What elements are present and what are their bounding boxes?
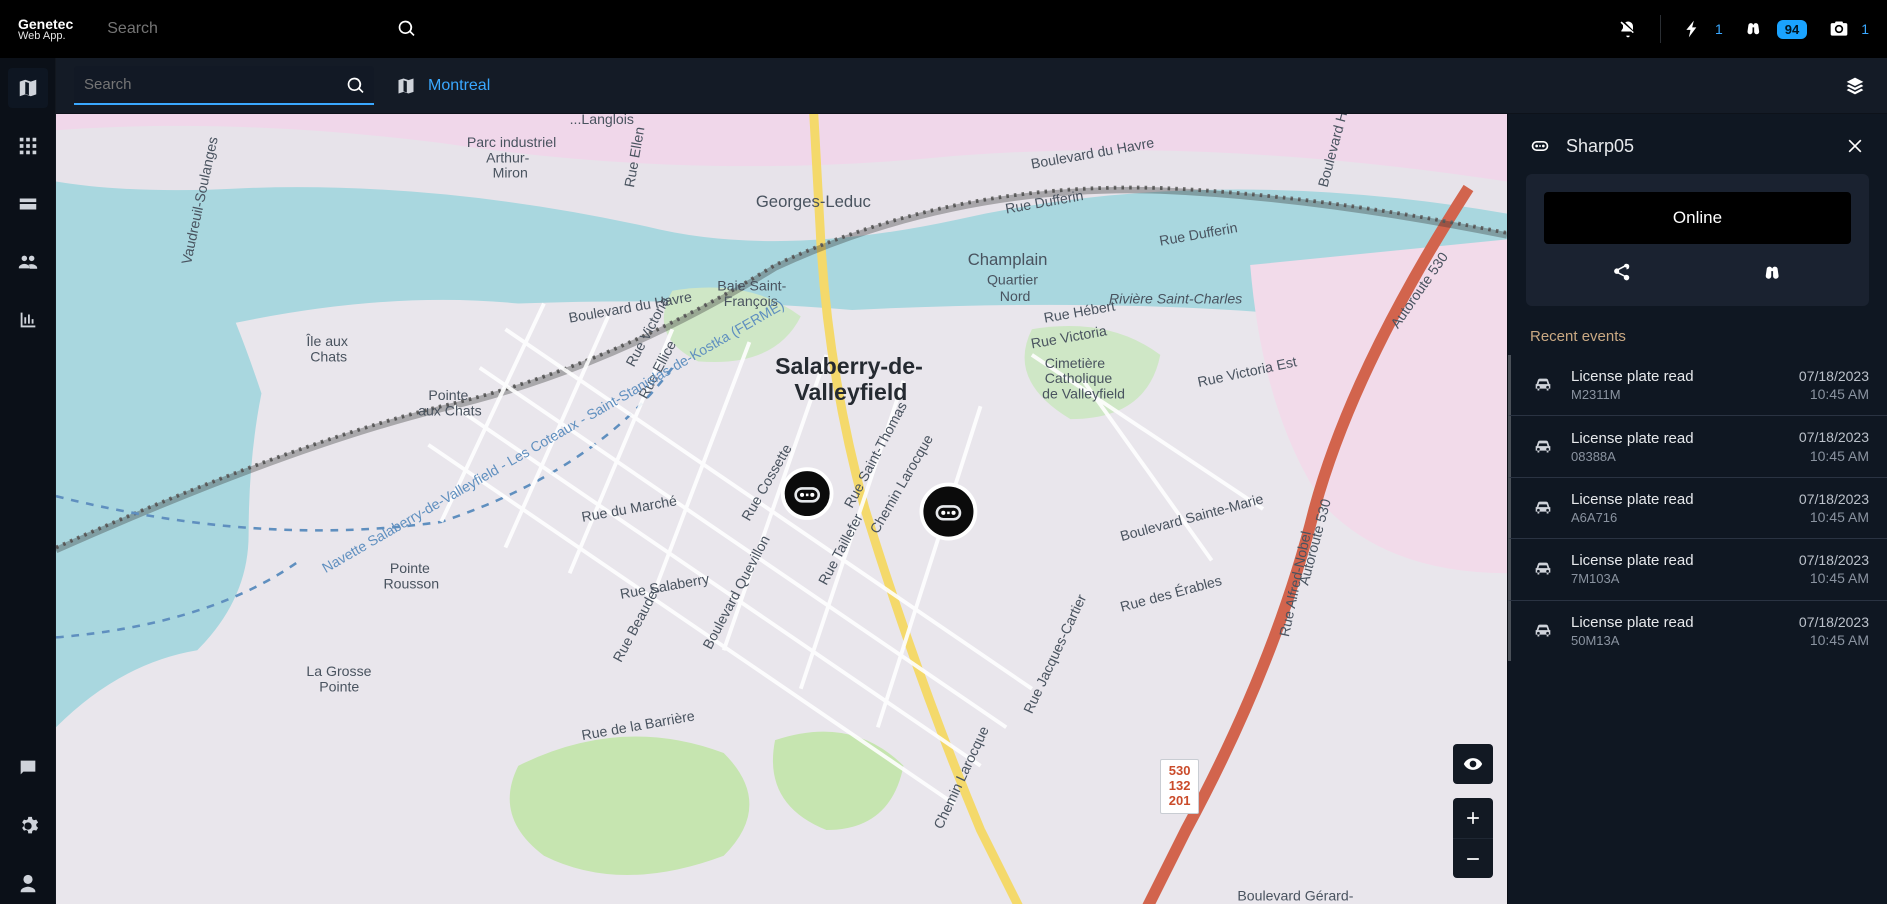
- svg-text:La Grosse: La Grosse: [306, 663, 371, 679]
- watch-button[interactable]: [1759, 258, 1789, 288]
- map-svg: Salaberry-de- Valleyfield Georges-Leduc …: [56, 114, 1507, 904]
- svg-text:Georges-Leduc: Georges-Leduc: [756, 192, 871, 211]
- event-row[interactable]: License plate read M2311M 07/18/202310:4…: [1508, 355, 1887, 415]
- alarm-count: 1: [1861, 21, 1869, 37]
- zoom-in-button[interactable]: [1453, 798, 1493, 838]
- bolt-count: 1: [1715, 21, 1723, 37]
- camera-metric[interactable]: 94: [1741, 15, 1807, 43]
- svg-text:Catholique: Catholique: [1045, 370, 1113, 386]
- alarm-metric[interactable]: 1: [1825, 15, 1869, 43]
- map-canvas[interactable]: Salaberry-de- Valleyfield Georges-Leduc …: [56, 114, 1507, 904]
- svg-text:Salaberry-de-: Salaberry-de-: [775, 353, 923, 379]
- svg-text:Baie Saint-: Baie Saint-: [717, 278, 786, 294]
- global-search-input[interactable]: [101, 10, 421, 48]
- svg-text:Rivière Saint-Charles: Rivière Saint-Charles: [1109, 291, 1242, 307]
- layers-button[interactable]: [1841, 72, 1869, 100]
- svg-text:Valleyfield: Valleyfield: [794, 379, 907, 405]
- svg-text:...Langlois: ...Langlois: [570, 114, 634, 127]
- map-icon: [392, 72, 420, 100]
- rail-settings[interactable]: [8, 806, 48, 846]
- svg-text:de Valleyfield: de Valleyfield: [1042, 386, 1125, 402]
- svg-text:Quartier: Quartier: [987, 271, 1038, 287]
- rail-people[interactable]: [8, 242, 48, 282]
- map-marker-2[interactable]: [921, 485, 975, 539]
- event-row[interactable]: License plate read 08388A 07/18/202310:4…: [1508, 415, 1887, 476]
- top-header: Genetec Web App. 1 94 1: [0, 0, 1887, 58]
- svg-text:Arthur-: Arthur-: [486, 149, 529, 165]
- rail-dashboard[interactable]: [8, 126, 48, 166]
- svg-text:Île aux: Île aux: [305, 333, 348, 349]
- map-search-button[interactable]: [342, 72, 370, 100]
- svg-text:Rousson: Rousson: [383, 576, 439, 592]
- rail-account[interactable]: [8, 864, 48, 904]
- svg-text:aux Chats: aux Chats: [418, 402, 482, 418]
- route-shields: 530 132 201: [1160, 759, 1200, 814]
- event-row[interactable]: License plate read A6A716 07/18/202310:4…: [1508, 477, 1887, 538]
- map-search[interactable]: [74, 66, 374, 105]
- map-controls: [1453, 744, 1493, 878]
- status-card: Online: [1526, 174, 1869, 306]
- event-title: License plate read: [1571, 368, 1785, 385]
- breadcrumb[interactable]: Montreal: [392, 72, 490, 100]
- bolt-icon: [1679, 15, 1707, 43]
- global-search-button[interactable]: [393, 15, 421, 43]
- bolt-metric[interactable]: 1: [1679, 15, 1723, 43]
- events-list: License plate read M2311M 07/18/202310:4…: [1508, 355, 1887, 904]
- zoom-out-button[interactable]: [1453, 838, 1493, 878]
- car-icon: [1529, 494, 1557, 522]
- status-badge: Online: [1544, 192, 1851, 244]
- rail-chat[interactable]: [8, 748, 48, 788]
- rail-reports[interactable]: [8, 300, 48, 340]
- notifications-muted-icon[interactable]: [1614, 15, 1642, 43]
- header-actions: 1 94 1: [1614, 15, 1869, 43]
- map-toolbar: Montreal: [56, 58, 1887, 114]
- svg-text:Miron: Miron: [493, 165, 528, 181]
- car-icon: [1529, 371, 1557, 399]
- close-panel-button[interactable]: [1841, 132, 1869, 160]
- event-row[interactable]: License plate read 50M13A 07/18/202310:4…: [1508, 600, 1887, 661]
- brand-line1: Genetec: [18, 17, 73, 31]
- car-icon: [1529, 433, 1557, 461]
- recent-events-title: Recent events: [1508, 324, 1887, 355]
- rail-cards[interactable]: [8, 184, 48, 224]
- map-marker-1[interactable]: [783, 469, 832, 518]
- detail-panel: Sharp05 Online Recent events Lice: [1507, 114, 1887, 904]
- detail-title: Sharp05: [1566, 136, 1634, 157]
- svg-text:Boulevard Gérard-: Boulevard Gérard-: [1237, 888, 1353, 904]
- brand-logo: Genetec Web App.: [18, 17, 73, 42]
- svg-text:Cimetière: Cimetière: [1045, 355, 1106, 371]
- event-row[interactable]: License plate read 7M103A 07/18/202310:4…: [1508, 538, 1887, 599]
- share-button[interactable]: [1606, 258, 1636, 288]
- binocular-icon: [1741, 15, 1769, 43]
- car-icon: [1529, 555, 1557, 583]
- global-search[interactable]: [101, 10, 421, 48]
- svg-text:Nord: Nord: [1000, 288, 1031, 304]
- svg-text:Parc industriel: Parc industriel: [467, 134, 556, 150]
- rail-map[interactable]: [8, 68, 48, 108]
- map-visibility-button[interactable]: [1453, 744, 1493, 784]
- device-icon: [1526, 132, 1554, 160]
- svg-text:Pointe: Pointe: [428, 387, 468, 403]
- svg-text:Pointe: Pointe: [319, 678, 359, 694]
- brand-line2: Web App.: [18, 31, 73, 42]
- camera-count-badge: 94: [1777, 20, 1807, 39]
- car-icon: [1529, 617, 1557, 645]
- svg-text:Champlain: Champlain: [968, 250, 1048, 269]
- camera-icon: [1825, 15, 1853, 43]
- event-plate: M2311M: [1571, 387, 1785, 402]
- map-search-input[interactable]: [74, 66, 374, 105]
- svg-text:Pointe: Pointe: [390, 560, 430, 576]
- breadcrumb-label: Montreal: [428, 77, 490, 95]
- svg-text:Chats: Chats: [310, 348, 347, 364]
- left-rail: [0, 58, 56, 904]
